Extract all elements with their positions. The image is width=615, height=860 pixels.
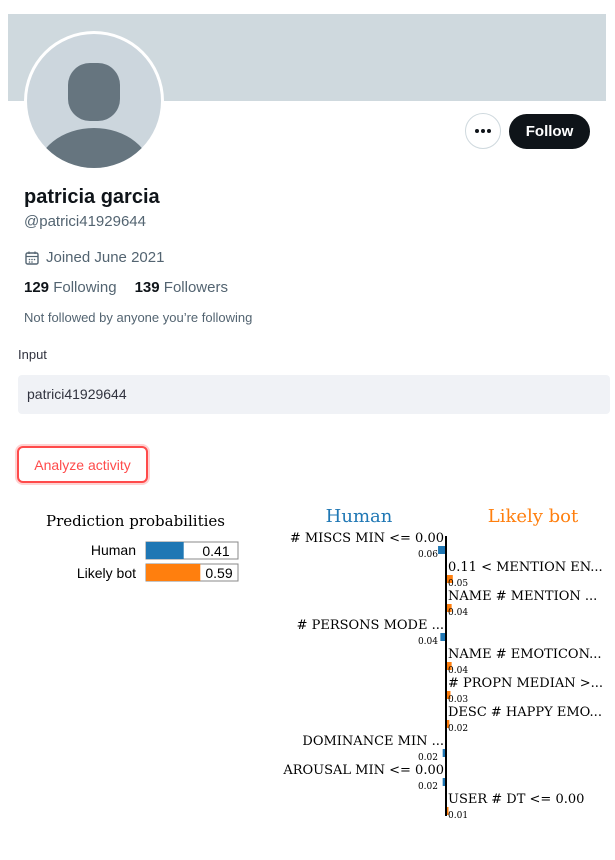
followers-label: Followers bbox=[163, 279, 228, 296]
feature-list: # MISCS MIN <= 0.00 0.06 0.11 < MENTION EN… bbox=[282, 531, 603, 821]
prediction-value-bot: 0.59 bbox=[205, 565, 232, 581]
prediction-bar-bot bbox=[146, 564, 201, 581]
feature-label: USER # DT <= 0.00 bbox=[448, 792, 584, 807]
not-followed-note: Not followed by anyone you’re following bbox=[24, 310, 253, 325]
feature-label: # PROPN MEDIAN >... bbox=[448, 676, 603, 691]
username-input[interactable]: patrici41929644 bbox=[18, 375, 610, 414]
avatar[interactable] bbox=[24, 31, 164, 171]
more-horizontal-icon bbox=[475, 129, 491, 133]
prediction-row-bot: Likely bot 0.59 bbox=[77, 563, 239, 582]
following-count: 129 bbox=[24, 279, 50, 296]
follow-button[interactable]: Follow bbox=[509, 114, 590, 149]
feature-value: 0.02 bbox=[418, 782, 438, 792]
feature-value: 0.04 bbox=[418, 637, 438, 647]
profile-name: patricia garcia bbox=[24, 186, 160, 208]
feature-value: 0.05 bbox=[448, 579, 468, 589]
feature-bar bbox=[442, 778, 445, 786]
default-avatar-icon bbox=[36, 63, 152, 168]
prediction-title: Prediction probabilities bbox=[46, 512, 225, 530]
followers-count: 139 bbox=[134, 279, 160, 296]
lime-explanation-chart: Prediction probabilities Human 0.41 Like… bbox=[46, 506, 603, 821]
feature-label: NAME # EMOTICON... bbox=[448, 647, 602, 662]
feature-value: 0.06 bbox=[418, 550, 438, 560]
following-label: Following bbox=[53, 279, 117, 296]
feature-label: AROUSAL MIN <= 0.00 bbox=[282, 763, 444, 778]
feature-value: 0.02 bbox=[418, 753, 438, 763]
feature-label: # MISCS MIN <= 0.00 bbox=[290, 531, 444, 546]
more-options-button[interactable] bbox=[465, 113, 501, 149]
feature-value: 0.04 bbox=[448, 666, 468, 676]
prediction-row-human: Human 0.41 bbox=[91, 541, 239, 560]
prediction-value-human: 0.41 bbox=[202, 543, 229, 559]
joined-date: Joined June 2021 bbox=[24, 249, 164, 266]
follow-stats: 129 Following 139 Followers bbox=[24, 279, 228, 296]
prediction-bar-human bbox=[146, 542, 184, 559]
feature-label: NAME # MENTION ... bbox=[448, 589, 597, 604]
prediction-label-bot: Likely bot bbox=[77, 565, 136, 581]
feature-value: 0.01 bbox=[448, 811, 468, 821]
prediction-label-human: Human bbox=[91, 542, 136, 558]
input-label: Input bbox=[18, 347, 47, 362]
feature-bar bbox=[442, 749, 445, 757]
feature-label: # PERSONS MODE ... bbox=[297, 618, 444, 633]
feature-bar bbox=[440, 633, 445, 641]
joined-label: Joined June 2021 bbox=[46, 249, 165, 266]
feature-value: 0.02 bbox=[448, 724, 468, 734]
feature-label: DOMINANCE MIN ... bbox=[302, 734, 444, 749]
feature-label: 0.11 < MENTION EN... bbox=[448, 560, 603, 575]
human-header: Human bbox=[326, 506, 393, 527]
feature-value: 0.03 bbox=[448, 695, 468, 705]
bot-header: Likely bot bbox=[488, 506, 579, 527]
feature-bar bbox=[438, 546, 445, 554]
analyze-activity-button[interactable]: Analyze activity bbox=[17, 446, 148, 483]
profile-handle: @patrici41929644 bbox=[24, 213, 146, 230]
feature-label: DESC # HAPPY EMO... bbox=[448, 705, 602, 720]
following-link[interactable]: 129 Following bbox=[24, 279, 117, 296]
feature-value: 0.04 bbox=[448, 608, 468, 618]
calendar-icon bbox=[25, 251, 39, 265]
followers-link[interactable]: 139 Followers bbox=[135, 279, 228, 296]
